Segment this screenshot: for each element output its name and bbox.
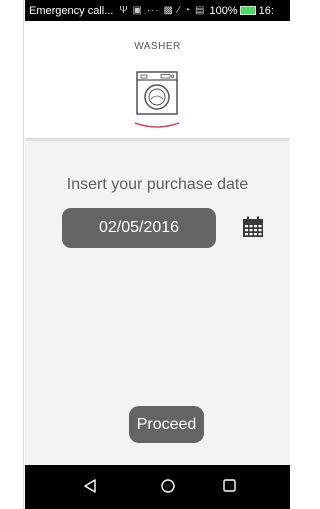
washer-icon xyxy=(136,71,178,115)
back-icon[interactable] xyxy=(82,478,98,494)
navigation-bar xyxy=(25,465,290,509)
clock: 16: xyxy=(258,4,274,17)
left-bezel xyxy=(0,0,25,509)
header: WASHER xyxy=(25,21,290,138)
purchase-date-value: 02/05/2016 xyxy=(98,219,180,236)
phone-screen: Emergency call... Ψ ▣ ··· ▩ ∕ ◔ ▤ 100% 1… xyxy=(25,0,290,509)
proceed-button-label: Proceed xyxy=(136,415,197,433)
device-title: WASHER xyxy=(134,41,181,52)
washer-selection-underline xyxy=(134,122,180,128)
calendar-icon[interactable] xyxy=(242,216,264,238)
status-icons: Ψ ▣ ··· ▩ ∕ ◔ ▤ xyxy=(119,5,206,16)
purchase-date-field[interactable]: 02/05/2016 xyxy=(62,208,216,248)
carrier-label: Emergency call... xyxy=(29,4,114,17)
home-icon[interactable] xyxy=(160,478,176,494)
date-prompt-label: Insert your purchase date xyxy=(66,176,249,193)
battery-icon xyxy=(239,6,256,15)
battery-percentage: 100% xyxy=(209,4,238,17)
recents-icon[interactable] xyxy=(222,478,238,494)
status-bar: Emergency call... Ψ ▣ ··· ▩ ∕ ◔ ▤ 100% 1… xyxy=(25,0,290,21)
proceed-button[interactable]: Proceed xyxy=(129,406,204,443)
